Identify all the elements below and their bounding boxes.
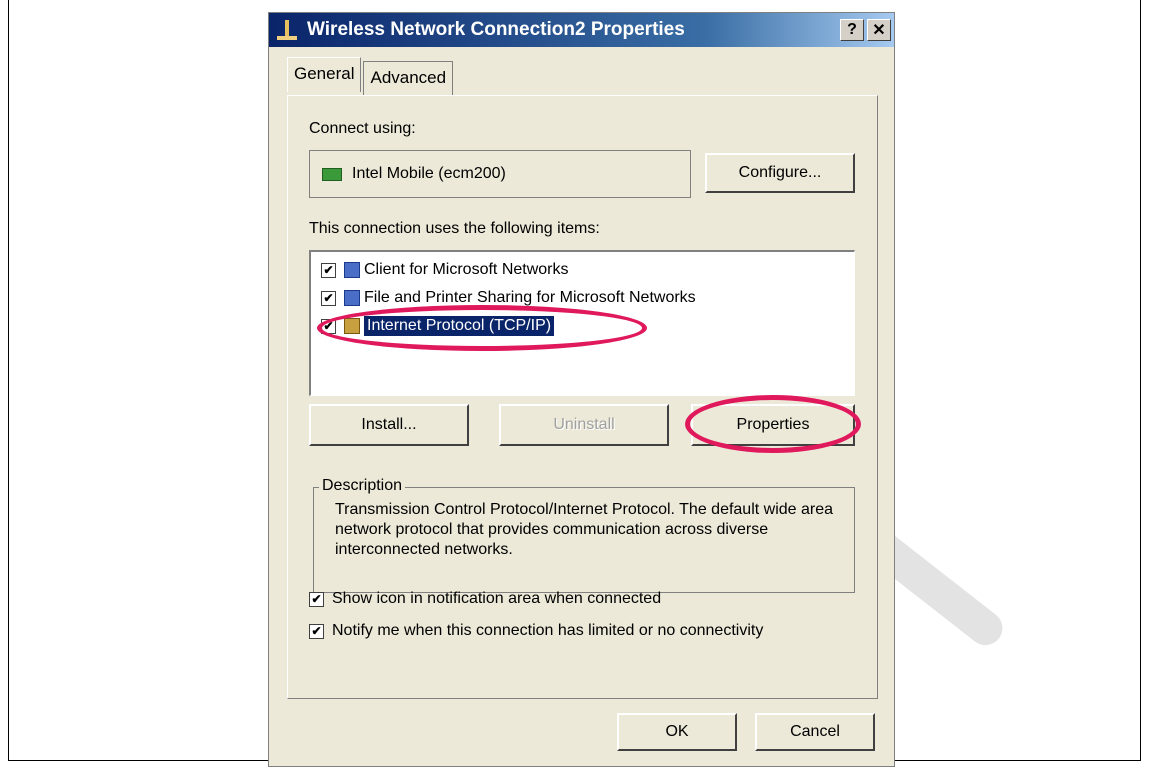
tab-advanced[interactable]: Advanced: [363, 61, 454, 96]
list-item-file-sharing[interactable]: ✔ File and Printer Sharing for Microsoft…: [321, 286, 696, 310]
checkbox-client[interactable]: ✔: [321, 262, 336, 278]
show-icon-option[interactable]: ✔ Show icon in notification area when co…: [309, 590, 661, 608]
window-title: Wireless Network Connection2 Properties: [307, 19, 685, 40]
install-button[interactable]: Install...: [309, 404, 469, 446]
show-icon-label: Show icon in notification area when conn…: [332, 590, 662, 607]
items-label: This connection uses the following items…: [309, 220, 600, 237]
file-sharing-icon: [344, 290, 360, 306]
protocol-icon: [344, 318, 360, 334]
notify-option[interactable]: ✔ Notify me when this connection has lim…: [309, 622, 763, 640]
checkbox-show-icon[interactable]: ✔: [309, 591, 324, 607]
components-list[interactable]: ✔ Client for Microsoft Networks ✔ File a…: [309, 250, 855, 396]
network-adapter-icon: [322, 167, 342, 181]
checkbox-notify[interactable]: ✔: [309, 623, 324, 639]
help-button[interactable]: ?: [840, 19, 864, 41]
description-text: Transmission Control Protocol/Internet P…: [335, 501, 834, 558]
connect-using-label: Connect using:: [309, 120, 416, 137]
list-item-tcpip[interactable]: ✔ Internet Protocol (TCP/IP): [321, 314, 555, 338]
description-legend: Description: [319, 477, 406, 495]
title-bar[interactable]: Wireless Network Connection2 Properties …: [269, 13, 894, 47]
checkbox-file-sharing[interactable]: ✔: [321, 290, 336, 306]
list-item-label: Internet Protocol (TCP/IP): [364, 316, 555, 336]
client-network-icon: [344, 262, 360, 278]
list-item-label: Client for Microsoft Networks: [364, 261, 569, 278]
close-button[interactable]: ✕: [867, 19, 891, 41]
properties-dialog: Wireless Network Connection2 Properties …: [268, 12, 895, 767]
adapter-name: Intel Mobile (ecm200): [352, 165, 506, 182]
properties-button[interactable]: Properties: [691, 404, 855, 446]
tab-general[interactable]: General: [287, 57, 362, 92]
notify-label: Notify me when this connection has limit…: [332, 622, 764, 639]
ok-button[interactable]: OK: [617, 713, 737, 751]
list-item-client[interactable]: ✔ Client for Microsoft Networks: [321, 258, 569, 282]
cancel-button[interactable]: Cancel: [755, 713, 875, 751]
configure-button[interactable]: Configure...: [705, 153, 855, 193]
list-item-label: File and Printer Sharing for Microsoft N…: [364, 289, 696, 306]
network-connection-icon: [273, 18, 301, 42]
adapter-field: Intel Mobile (ecm200): [309, 150, 691, 198]
uninstall-button[interactable]: Uninstall: [499, 404, 669, 446]
tab-strip: General Advanced: [287, 57, 455, 96]
checkbox-tcpip[interactable]: ✔: [321, 318, 336, 334]
